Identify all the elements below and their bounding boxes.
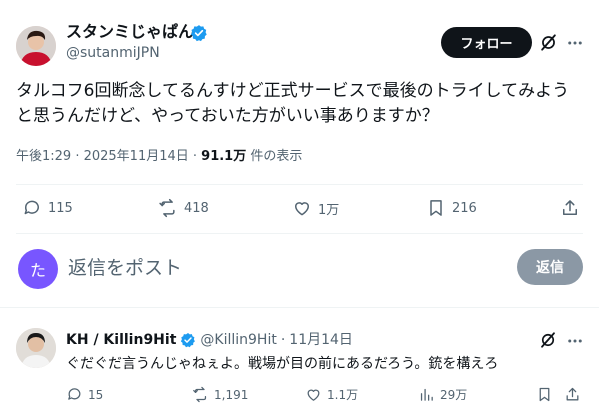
views-chart-icon [420, 388, 433, 401]
reply-like-action[interactable]: 1.1万 [305, 386, 358, 403]
reply-button[interactable]: 返信 [517, 249, 583, 285]
view-count-label: 件の表示 [246, 149, 303, 164]
reply-bookmark-action[interactable] [536, 386, 553, 403]
verified-badge-icon [181, 333, 196, 348]
follow-button[interactable]: フォロー [441, 27, 532, 58]
view-count: 91.1万 [201, 149, 247, 164]
bookmark-count: 216 [452, 200, 477, 216]
bookmark-action[interactable]: 216 [426, 198, 477, 218]
divider [16, 184, 583, 185]
more-options-icon[interactable] [566, 332, 584, 350]
heart-icon [295, 202, 309, 216]
author-display-name[interactable]: スタンミじゃぱん [66, 22, 194, 42]
reply-share-action[interactable] [564, 386, 581, 403]
reply-timestamp[interactable]: 11月14日 [289, 331, 353, 349]
repost-count: 418 [184, 200, 209, 216]
reply-like-count: 1.1万 [327, 388, 359, 402]
author-handle[interactable]: @sutanmiJPN [66, 44, 160, 62]
post-metadata: 午後1:29 · 2025年11月14日 · 91.1万 件の表示 [16, 148, 302, 166]
reply-input[interactable]: 返信をポスト [68, 255, 182, 281]
share-icon [563, 200, 577, 215]
reply-repost-action[interactable]: 1,191 [192, 386, 248, 403]
post-text: タルコフ6回断念してるんすけど正式サービスで最後のトライしてみようと思うんだけど… [16, 81, 570, 126]
reply-icon [24, 200, 39, 215]
bookmark-icon [430, 200, 442, 216]
divider [0, 307, 599, 308]
author-avatar[interactable] [16, 26, 56, 66]
reply-views-action[interactable]: 29万 [418, 386, 467, 403]
verified-badge-icon [190, 25, 207, 42]
share-action[interactable] [560, 198, 580, 218]
more-options-icon[interactable] [566, 34, 584, 52]
bookmark-icon [539, 387, 550, 402]
grok-icon[interactable] [539, 331, 557, 349]
grok-icon[interactable] [539, 33, 558, 52]
current-user-avatar[interactable]: た [18, 249, 58, 289]
reply-text: ぐだぐだ言うんじゃねぇよ。戦場が目の前にあるだろう。銃を構えろ [66, 356, 499, 372]
like-action[interactable]: 1万 [292, 198, 339, 218]
reply-author-name[interactable]: KH / Killin9Hit [66, 331, 176, 349]
repost-icon [159, 198, 175, 218]
reply-icon [68, 388, 81, 400]
reply-reply-action[interactable]: 15 [66, 386, 103, 403]
reply-author-handle[interactable]: @Killin9Hit [200, 331, 276, 349]
divider [16, 233, 583, 234]
repost-action[interactable]: 418 [158, 198, 209, 218]
reply-count: 115 [48, 200, 73, 216]
separator-dot: · [280, 332, 286, 348]
reply-action[interactable]: 115 [22, 198, 73, 218]
reply-reply-count: 15 [88, 387, 104, 402]
reply-repost-count: 1,191 [214, 387, 249, 402]
post-timestamp[interactable]: 午後1:29 · 2025年11月14日 · [16, 149, 201, 164]
heart-icon [307, 389, 320, 401]
like-count: 1万 [318, 202, 340, 218]
share-icon [566, 387, 579, 401]
reply-header: KH / Killin9Hit @Killin9Hit · 11月14日 [66, 331, 353, 349]
repost-icon [193, 386, 207, 403]
reply-view-count: 29万 [440, 388, 468, 402]
reply-author-avatar[interactable] [16, 328, 56, 368]
